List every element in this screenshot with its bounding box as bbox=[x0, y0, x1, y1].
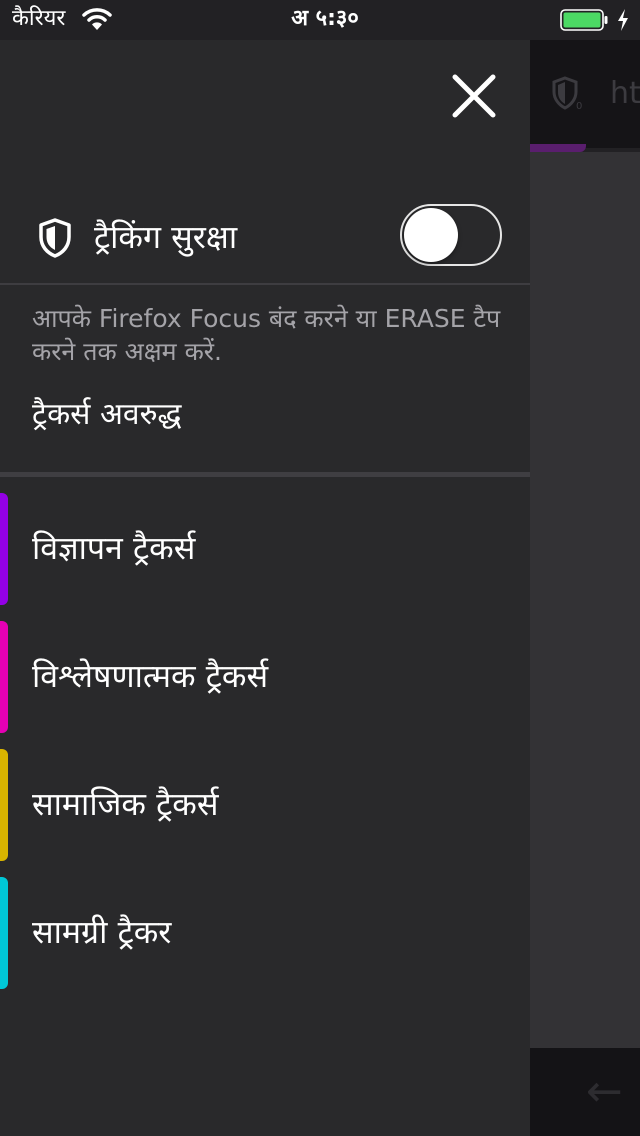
background-page-content bbox=[530, 152, 640, 1048]
tracking-protection-label: ट्रैकिंग सुरक्षा bbox=[94, 218, 238, 256]
tracking-protection-toggle[interactable] bbox=[400, 204, 502, 266]
background-shield-icon: 0 bbox=[552, 76, 582, 112]
close-icon[interactable] bbox=[444, 66, 504, 126]
section-divider bbox=[0, 472, 530, 477]
tracker-row-advertising: विज्ञापन ट्रैकर्स bbox=[0, 493, 530, 605]
status-bar: कैरियर अ ५:३० bbox=[0, 0, 640, 40]
tracker-color-bar bbox=[0, 621, 8, 733]
tracker-label: सामग्री ट्रैकर bbox=[32, 913, 172, 951]
tracker-row-content: सामग्री ट्रैकर bbox=[0, 877, 530, 989]
background-progress-bar bbox=[530, 144, 586, 152]
trackers-blocked-label: ट्रैकर्स अवरुद्ध bbox=[32, 397, 182, 432]
background-toolbar bbox=[530, 1048, 640, 1136]
tracker-label: सामाजिक ट्रैकर्स bbox=[32, 785, 219, 823]
svg-text:0: 0 bbox=[576, 101, 582, 112]
back-arrow-icon[interactable]: ← bbox=[586, 1070, 623, 1114]
toggle-knob bbox=[404, 208, 458, 262]
screen: 0 htt ← कैरियर अ ५:३० ट्रैकिंग स bbox=[0, 0, 640, 1136]
shield-icon bbox=[39, 218, 71, 258]
tracker-row-social: सामाजिक ट्रैकर्स bbox=[0, 749, 530, 861]
tracker-row-analytics: विश्लेषणात्मक ट्रैकर्स bbox=[0, 621, 530, 733]
charging-icon bbox=[618, 9, 628, 31]
tracker-label: विश्लेषणात्मक ट्रैकर्स bbox=[32, 657, 269, 695]
tracker-color-bar bbox=[0, 749, 8, 861]
background-url-text: htt bbox=[610, 76, 640, 111]
battery-icon bbox=[560, 9, 608, 31]
tracker-label: विज्ञापन ट्रैकर्स bbox=[32, 529, 196, 567]
tracking-protection-panel: ट्रैकिंग सुरक्षा आपके Firefox Focus बंद … bbox=[0, 40, 530, 1136]
tracker-color-bar bbox=[0, 877, 8, 989]
divider bbox=[0, 283, 530, 285]
tracker-color-bar bbox=[0, 493, 8, 605]
status-time: अ ५:३० bbox=[291, 6, 359, 31]
tracking-protection-description: आपके Firefox Focus बंद करने या ERASE टैप… bbox=[32, 304, 501, 366]
